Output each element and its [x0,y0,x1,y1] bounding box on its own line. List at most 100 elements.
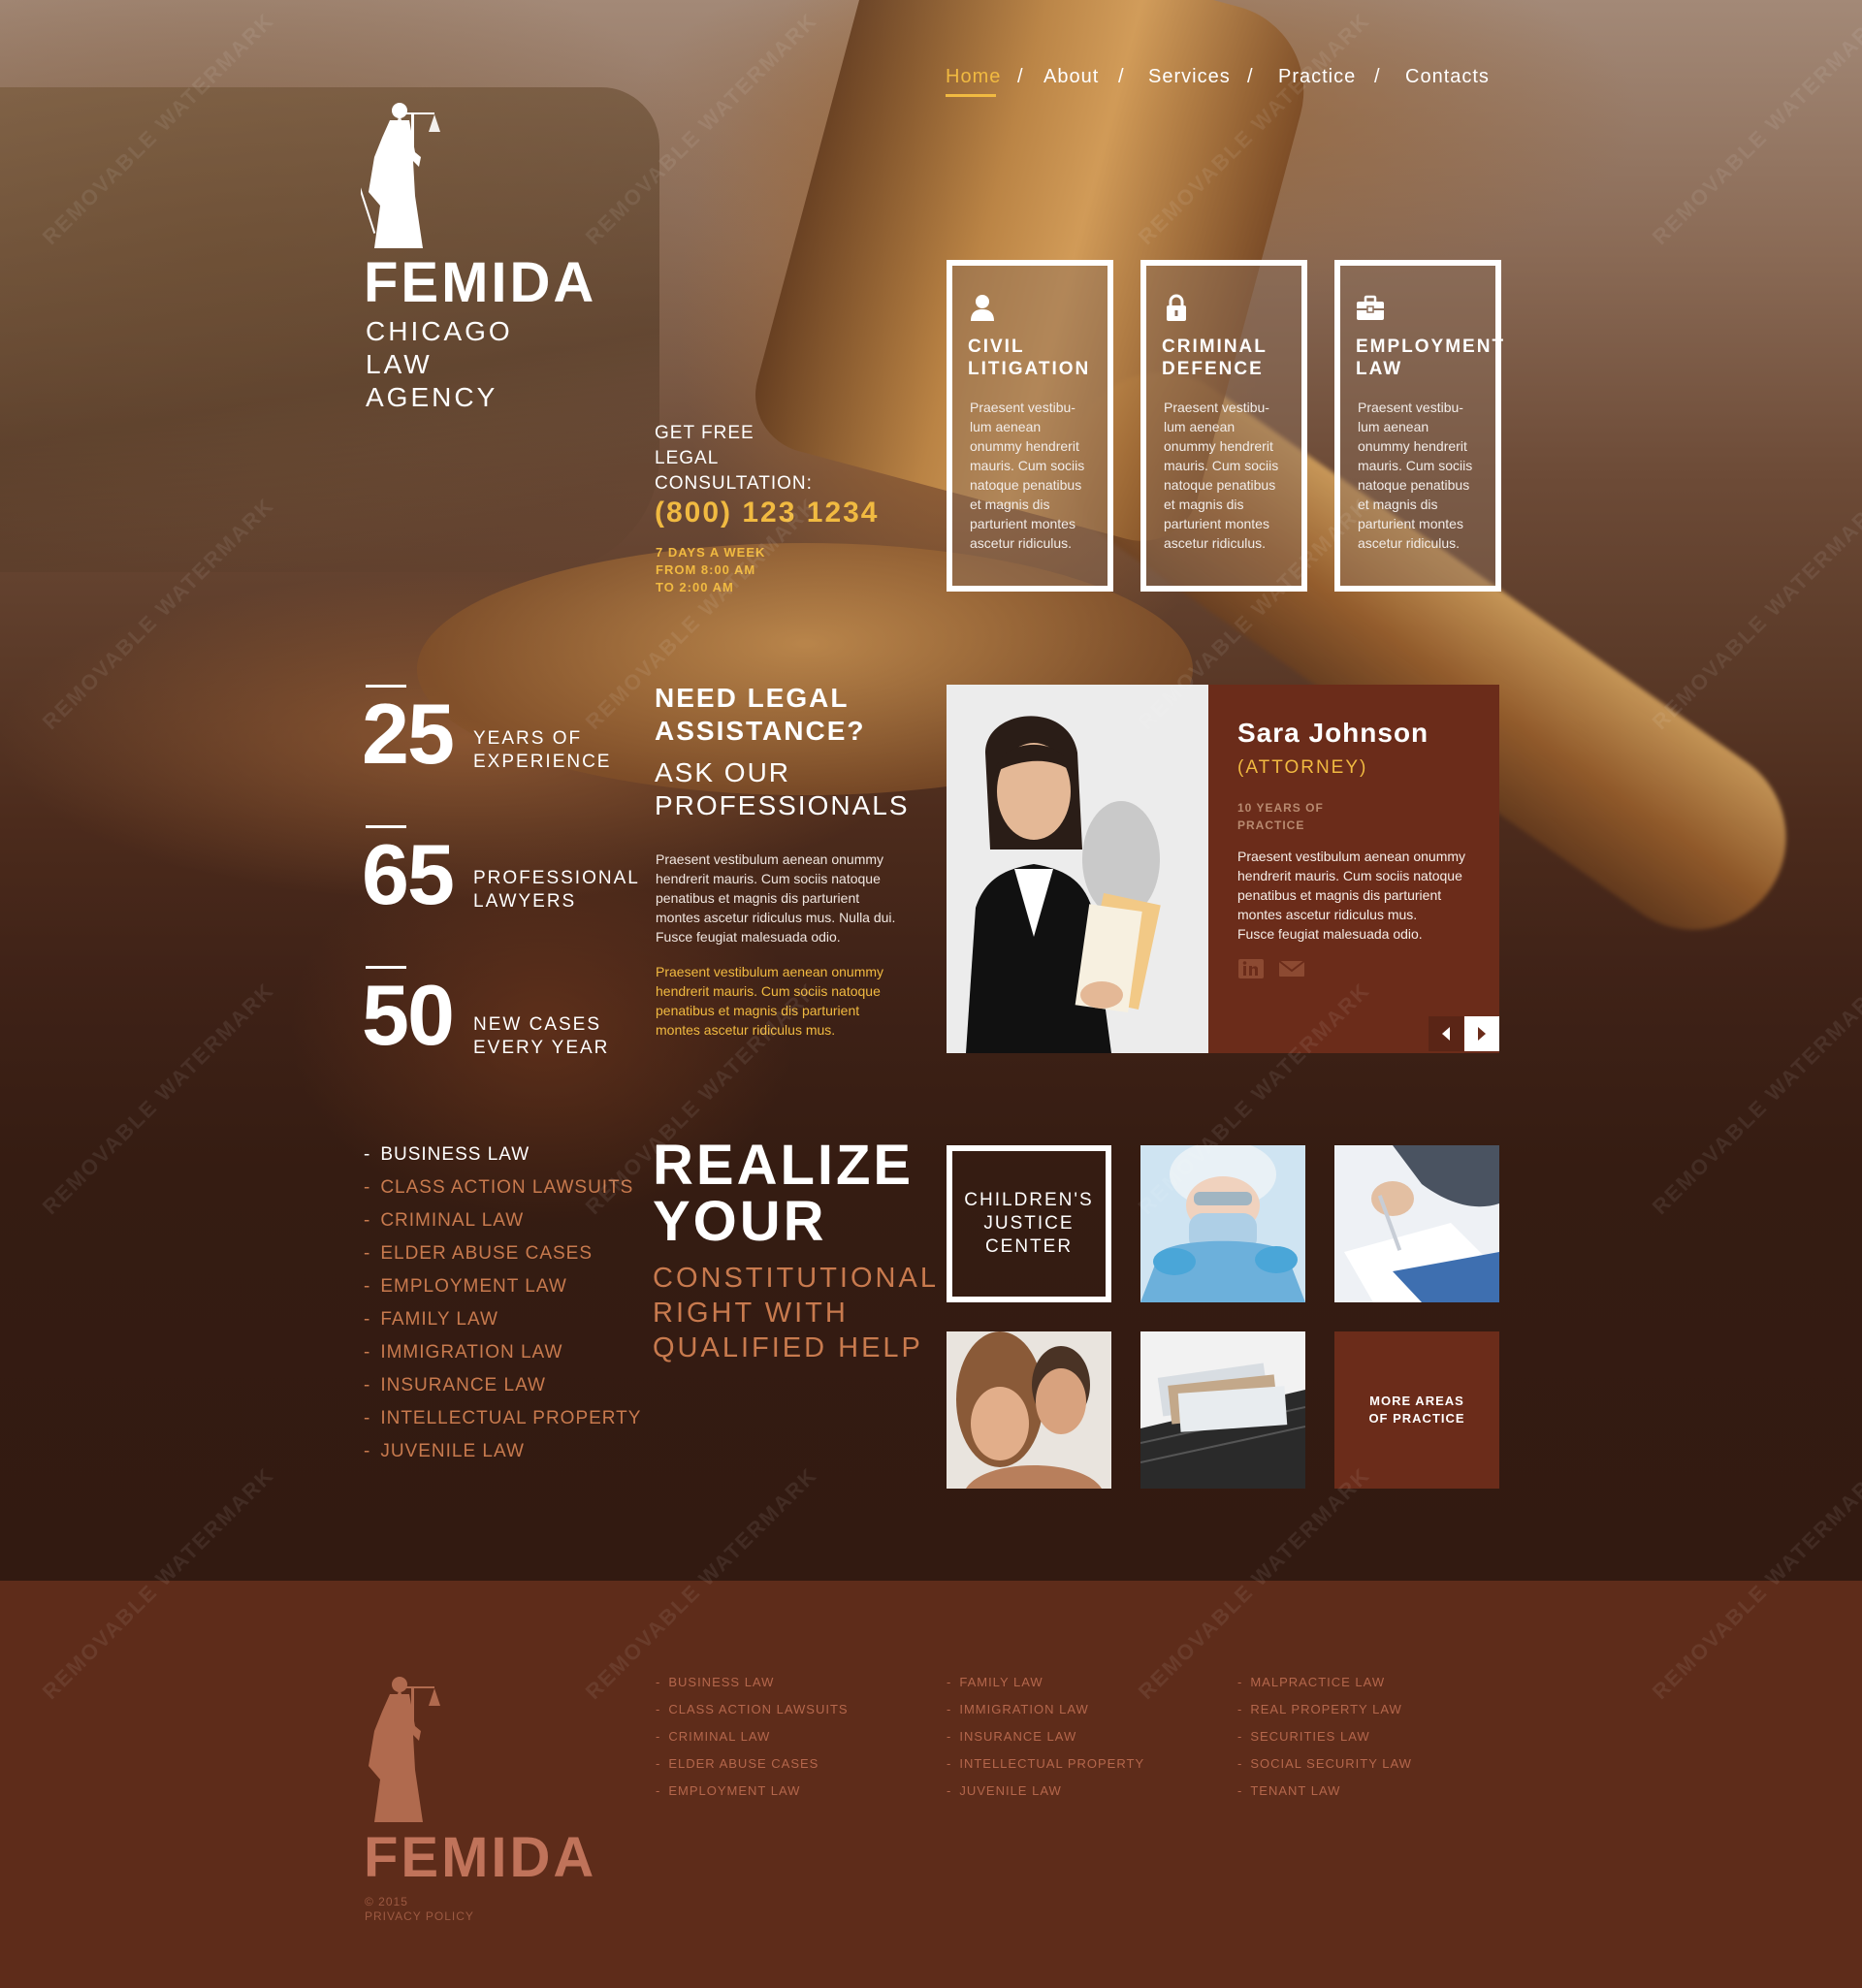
practice-link-label: ELDER ABUSE CASES [380,1243,594,1264]
practice-link-label: JUVENILE LAW [380,1441,525,1461]
footer-link[interactable]: - BUSINESS LAW [656,1675,774,1689]
stat-number: 65 [362,826,455,922]
nav-home[interactable]: Home [946,66,1001,88]
nav-services[interactable]: Services [1148,66,1231,88]
footer-link-label: SOCIAL SECURITY LAW [1250,1756,1412,1771]
footer-link[interactable]: - CLASS ACTION LAWSUITS [656,1702,849,1716]
footer-link[interactable]: - TENANT LAW [1237,1783,1340,1798]
stat-label: NEW CASES EVERY YEAR [473,1014,610,1058]
attorney-role: (ATTORNEY) [1237,757,1368,778]
attorney-name: Sara Johnson [1237,718,1429,748]
nav-separator: / [1374,66,1380,87]
service-description: Praesent vestibu- lum aenean onummy hend… [970,400,1085,551]
footer-link-label: INTELLECTUAL PROPERTY [959,1756,1145,1771]
family-law-tile[interactable] [947,1331,1111,1489]
service-title: EMPLOYMENT LAW [1356,337,1506,379]
service-title: CRIMINAL DEFENCE [1162,337,1268,379]
email-icon[interactable] [1278,958,1305,979]
contract-signing-tile[interactable] [1334,1145,1499,1302]
practice-link[interactable]: - INTELLECTUAL PROPERTY [364,1408,641,1429]
footer-link[interactable]: - SOCIAL SECURITY LAW [1237,1756,1412,1771]
nav-separator: / [1118,66,1124,87]
footer-link[interactable]: - MALPRACTICE LAW [1237,1675,1385,1689]
footer-lady-justice-icon [369,1677,440,1822]
books-background-image [0,87,659,572]
stat-label: YEARS OF EXPERIENCE [473,728,612,772]
logo-subtitle-line: CHICAGO [366,316,513,346]
practice-link[interactable]: - FAMILY LAW [364,1309,498,1331]
practice-link-label: FAMILY LAW [380,1309,498,1330]
tile-label: CHILDREN'S JUSTICE CENTER [964,1190,1094,1257]
service-card-criminal-defence[interactable]: CRIMINAL DEFENCE Praesent vestibu- lum a… [1140,260,1307,592]
business-law-tile[interactable] [1140,1331,1305,1489]
nav-active-underline [946,94,996,97]
medical-practice-tile[interactable] [1140,1145,1305,1302]
tile-label: MORE AREAS OF PRACTICE [1368,1394,1465,1426]
practice-link-label: IMMIGRATION LAW [380,1342,563,1363]
attorney-portrait-image [947,685,1208,1053]
practice-link[interactable]: - JUVENILE LAW [364,1441,525,1462]
phone-link[interactable]: (800) 123 1234 [655,497,880,529]
footer-link[interactable]: - EMPLOYMENT LAW [656,1783,800,1798]
stat-label: PROFESSIONAL LAWYERS [473,868,640,912]
slider-next-button[interactable] [1464,1016,1499,1051]
footer-link[interactable]: - FAMILY LAW [947,1675,1043,1689]
footer-logo-name: FEMIDA [364,1826,597,1889]
footer-link[interactable]: - ELDER ABUSE CASES [656,1756,819,1771]
footer-link[interactable]: - SECURITIES LAW [1237,1729,1370,1744]
linkedin-icon[interactable] [1237,958,1265,979]
practice-link[interactable]: - BUSINESS LAW [364,1144,530,1166]
footer-link[interactable]: - JUVENILE LAW [947,1783,1062,1798]
footer-link-label: INSURANCE LAW [959,1729,1077,1744]
stat-number: 50 [362,967,455,1063]
nav-contacts[interactable]: Contacts [1405,66,1490,88]
nav-practice[interactable]: Practice [1278,66,1356,88]
surgeon-photo [1140,1145,1305,1302]
practice-link-label: EMPLOYMENT LAW [380,1276,567,1297]
service-title: CIVIL LITIGATION [968,337,1091,379]
footer-link-label: CLASS ACTION LAWSUITS [668,1702,849,1716]
realize-subheading: CONSTITUTIONAL RIGHT WITH QUALIFIED HELP [653,1263,939,1363]
practice-link[interactable]: - ELDER ABUSE CASES [364,1243,593,1265]
privacy-policy-link[interactable]: PRIVACY POLICY [365,1909,474,1923]
consultation-label: GET FREE [655,423,754,443]
attorney-bio: Praesent vestibulum aenean onummy hendre… [1237,849,1466,942]
stat-number: 25 [362,686,455,782]
footer-link[interactable]: - CRIMINAL LAW [656,1729,770,1744]
nav-about[interactable]: About [1043,66,1099,88]
footer-link[interactable]: - INSURANCE LAW [947,1729,1076,1744]
assistance-highlight-text: Praesent vestibulum aenean onummy hendre… [656,964,884,1038]
practice-link[interactable]: - EMPLOYMENT LAW [364,1276,567,1298]
assistance-title: NEED LEGAL ASSISTANCE? [655,683,866,746]
footer-link-label: IMMIGRATION LAW [959,1702,1089,1716]
footer-link-label: EMPLOYMENT LAW [668,1783,801,1798]
service-card-civil-litigation[interactable]: CIVIL LITIGATION Praesent vestibu- lum a… [947,260,1113,592]
practice-link[interactable]: - INSURANCE LAW [364,1375,546,1396]
person-icon [971,295,994,321]
assistance-text: Praesent vestibulum aenean onummy hendre… [656,851,896,945]
footer-link-label: MALPRACTICE LAW [1250,1675,1386,1689]
footer-link[interactable]: - REAL PROPERTY LAW [1237,1702,1402,1716]
footer-link-label: SECURITIES LAW [1250,1729,1370,1744]
logo-subtitle-line: LAW [366,349,433,379]
lady-justice-icon [361,103,440,248]
service-card-employment-law[interactable]: EMPLOYMENT LAW Praesent vestibu- lum aen… [1334,260,1506,592]
lock-icon [1167,294,1186,321]
arrow-right-icon [1478,1027,1486,1041]
slider-prev-button[interactable] [1429,1016,1463,1051]
practice-link[interactable]: - CLASS ACTION LAWSUITS [364,1177,633,1199]
contract-photo [1334,1145,1499,1302]
footer-link[interactable]: - INTELLECTUAL PROPERTY [947,1756,1144,1771]
practice-link-label: INSURANCE LAW [380,1375,546,1395]
practice-link[interactable]: - CRIMINAL LAW [364,1210,524,1232]
practice-link-label: INTELLECTUAL PROPERTY [380,1408,642,1428]
hours-line: FROM 8:00 AM [656,562,756,577]
footer-link[interactable]: - IMMIGRATION LAW [947,1702,1089,1716]
footer-link-label: FAMILY LAW [959,1675,1043,1689]
logo-subtitle-line: AGENCY [366,382,498,412]
more-areas-tile[interactable]: MORE AREAS OF PRACTICE [1334,1331,1499,1489]
childrens-justice-center-tile[interactable]: CHILDREN'S JUSTICE CENTER [947,1145,1111,1302]
practice-link-label: BUSINESS LAW [380,1144,530,1165]
logo-name: FEMIDA [364,251,597,314]
practice-link[interactable]: - IMMIGRATION LAW [364,1342,562,1363]
